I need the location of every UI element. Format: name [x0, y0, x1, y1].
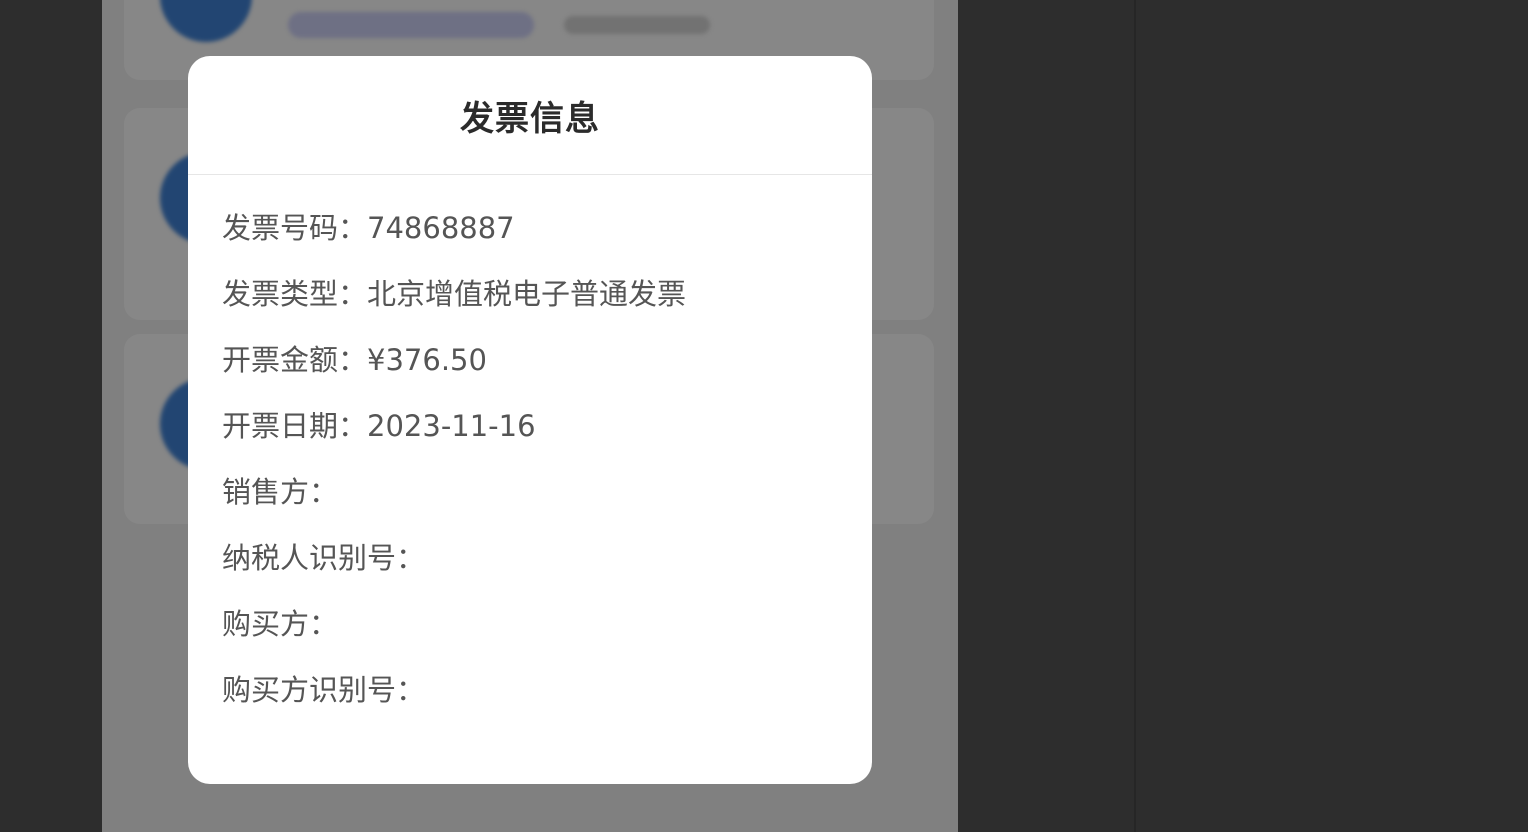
- field-label: 开票金额：: [222, 343, 368, 377]
- invoice-amount-value: ¥376.50: [367, 343, 487, 377]
- screen: 发票信息 发票号码： 74868887 发票类型： 北京增值税电子普通发票 开票…: [0, 0, 1528, 832]
- dialog-header: 发票信息: [188, 56, 872, 175]
- invoice-type-value: 北京增值税电子普通发票: [367, 277, 687, 311]
- field-label: 发票类型：: [222, 277, 368, 311]
- dialog-body: 发票号码： 74868887 发票类型： 北京增值税电子普通发票 开票金额： ¥…: [188, 175, 872, 741]
- field-label: 购买方识别号：: [222, 673, 426, 707]
- panel-divider: [1134, 0, 1136, 832]
- field-label: 发票号码：: [222, 211, 368, 245]
- seller-row: 销售方：: [222, 477, 838, 543]
- field-label: 购买方：: [222, 607, 339, 641]
- invoice-date-row: 开票日期： 2023-11-16: [222, 411, 838, 477]
- field-label: 销售方：: [222, 475, 339, 509]
- dialog-title: 发票信息: [460, 98, 600, 139]
- invoice-number-row: 发票号码： 74868887: [222, 213, 838, 279]
- taxpayer-id-row: 纳税人识别号：: [222, 543, 838, 609]
- invoice-amount-row: 开票金额： ¥376.50: [222, 345, 838, 411]
- buyer-id-row: 购买方识别号：: [222, 675, 838, 741]
- buyer-row: 购买方：: [222, 609, 838, 675]
- invoice-date-value: 2023-11-16: [367, 409, 536, 443]
- invoice-type-row: 发票类型： 北京增值税电子普通发票: [222, 279, 838, 345]
- field-label: 开票日期：: [222, 409, 368, 443]
- invoice-number-value: 74868887: [367, 211, 515, 245]
- invoice-info-dialog: 发票信息 发票号码： 74868887 发票类型： 北京增值税电子普通发票 开票…: [188, 56, 872, 784]
- field-label: 纳税人识别号：: [222, 541, 426, 575]
